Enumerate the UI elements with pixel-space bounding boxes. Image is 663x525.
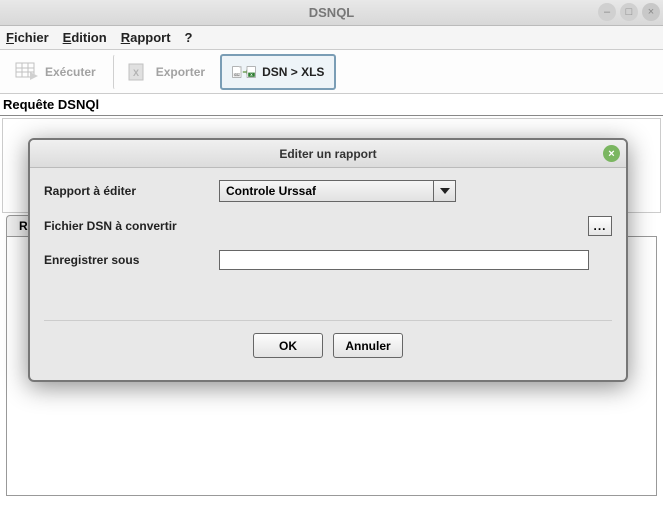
svg-text:X: X [133, 68, 139, 78]
menu-help[interactable]: ? [185, 30, 193, 45]
execute-label: Exécuter [45, 65, 96, 79]
chevron-down-icon[interactable] [434, 180, 456, 202]
dsn-xls-icon: DSNX [232, 61, 256, 83]
save-as-input[interactable] [219, 250, 589, 270]
dialog-button-row: OK Annuler [44, 320, 612, 370]
report-select[interactable]: Controle Urssaf [219, 180, 456, 202]
dsn-xls-button[interactable]: DSNX DSN > XLS [220, 54, 336, 90]
browse-button[interactable]: ... [588, 216, 612, 236]
menu-report[interactable]: Rapport [121, 30, 171, 45]
row-dsn-file: Fichier DSN à convertir ... [44, 216, 612, 236]
window-title: DSNQL [309, 5, 355, 20]
minimize-button[interactable]: – [598, 3, 616, 21]
ok-button[interactable]: OK [253, 333, 323, 358]
query-section-label: Requête DSNQl [0, 94, 663, 115]
dialog-close-icon[interactable]: × [603, 145, 620, 162]
menubar: Fichier Edition Rapport ? [0, 26, 663, 50]
export-button[interactable]: X Exporter [113, 54, 216, 90]
dsn-xls-label: DSN > XLS [262, 65, 324, 79]
excel-export-icon: X [126, 61, 150, 83]
dialog-titlebar: Editer un rapport × [30, 140, 626, 168]
report-to-edit-label: Rapport à éditer [44, 184, 219, 198]
report-select-value: Controle Urssaf [219, 180, 434, 202]
svg-text:DSN: DSN [234, 72, 240, 76]
execute-button[interactable]: Exécuter [4, 54, 107, 90]
window-titlebar: DSNQL – □ × [0, 0, 663, 26]
save-as-label: Enregistrer sous [44, 253, 219, 267]
toolbar: Exécuter X Exporter DSNX DSN > XLS [0, 50, 663, 94]
row-save-as: Enregistrer sous [44, 250, 612, 270]
dialog-body: Rapport à éditer Controle Urssaf Fichier… [30, 168, 626, 380]
dialog-title: Editer un rapport [279, 147, 376, 161]
window-controls: – □ × [598, 3, 660, 21]
menu-edit[interactable]: Edition [63, 30, 107, 45]
export-label: Exporter [156, 65, 205, 79]
cancel-button[interactable]: Annuler [333, 333, 403, 358]
divider [0, 115, 663, 116]
dsn-file-label: Fichier DSN à convertir [44, 219, 219, 233]
row-report-to-edit: Rapport à éditer Controle Urssaf [44, 180, 612, 202]
menu-file[interactable]: Fichier [6, 30, 49, 45]
grid-play-icon [15, 61, 39, 83]
maximize-button[interactable]: □ [620, 3, 638, 21]
edit-report-dialog: Editer un rapport × Rapport à éditer Con… [28, 138, 628, 382]
close-button[interactable]: × [642, 3, 660, 21]
